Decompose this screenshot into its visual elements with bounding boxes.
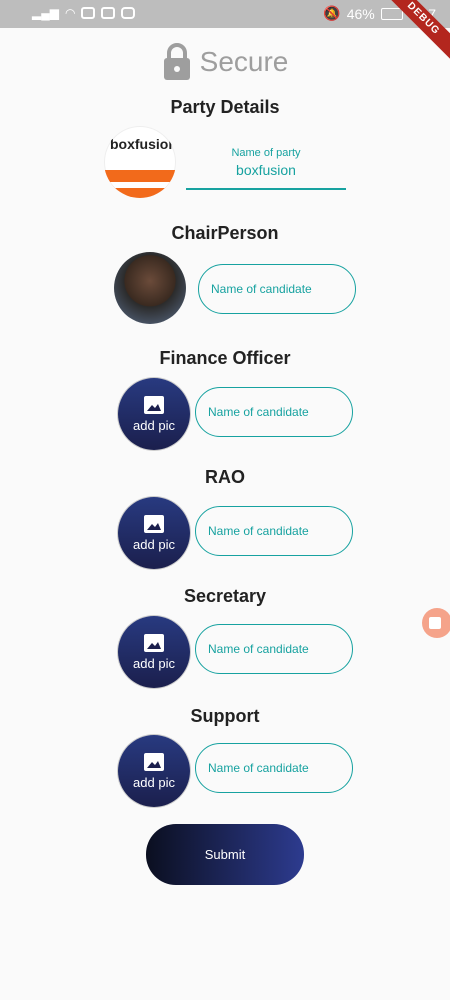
support-title: Support <box>190 706 260 726</box>
secretary-title: Secretary <box>183 586 267 606</box>
party-name-field[interactable]: Name of party boxfusion <box>186 146 346 190</box>
battery-percent: 46% <box>346 5 375 22</box>
instagram-icon <box>121 7 136 19</box>
party-logo[interactable]: boxfusion <box>104 126 176 198</box>
image-icon <box>144 515 164 533</box>
header: Secure <box>0 42 450 82</box>
battery-icon <box>380 7 403 20</box>
add-pic-label: add pic <box>133 418 175 433</box>
status-icons-left: ▂▄▆ ◠ <box>32 6 136 20</box>
support-name-input[interactable]: Name of candidate <box>195 743 353 793</box>
notification-icon <box>81 7 96 19</box>
image-icon <box>144 753 164 771</box>
image-icon <box>144 396 164 414</box>
chairperson-name-placeholder: Name of candidate <box>211 282 312 296</box>
lock-icon <box>163 43 190 80</box>
finance-officer-add-pic[interactable]: add pic <box>118 378 190 450</box>
party-details-title: Party Details <box>170 97 280 117</box>
support-add-pic[interactable]: add pic <box>118 735 190 807</box>
app-icon <box>101 7 116 19</box>
video-camera-icon <box>429 617 441 629</box>
secretary-add-pic[interactable]: add pic <box>118 616 190 688</box>
chairperson-avatar[interactable] <box>114 252 186 324</box>
mute-icon: 🔕 <box>323 5 341 21</box>
chairperson-name-input[interactable]: Name of candidate <box>198 264 356 314</box>
submit-button[interactable]: Submit <box>146 824 304 885</box>
party-name-value[interactable]: boxfusion <box>186 162 346 178</box>
support-name-placeholder: Name of candidate <box>208 761 309 775</box>
add-pic-label: add pic <box>133 656 175 671</box>
party-logo-band <box>104 170 176 198</box>
rao-title: RAO <box>205 467 245 487</box>
signal-icon: ▂▄▆ <box>32 6 59 20</box>
finance-officer-name-placeholder: Name of candidate <box>208 405 309 419</box>
add-pic-label: add pic <box>133 775 175 790</box>
finance-officer-title: Finance Officer <box>159 348 291 368</box>
finance-officer-name-input[interactable]: Name of candidate <box>195 387 353 437</box>
rao-name-input[interactable]: Name of candidate <box>195 506 353 556</box>
secretary-name-placeholder: Name of candidate <box>208 642 309 656</box>
chairperson-title: ChairPerson <box>171 223 279 243</box>
page-title: Secure <box>199 46 289 77</box>
wifi-icon: ◠ <box>64 6 76 20</box>
party-name-label: Name of party <box>231 147 301 159</box>
rao-name-placeholder: Name of candidate <box>208 524 309 538</box>
secretary-name-input[interactable]: Name of candidate <box>195 624 353 674</box>
status-bar: ▂▄▆ ◠ 🔕 46% 8:07 <box>0 0 450 28</box>
screen-record-button[interactable] <box>422 608 450 638</box>
rao-add-pic[interactable]: add pic <box>118 497 190 569</box>
add-pic-label: add pic <box>133 537 175 552</box>
party-logo-text: boxfusion <box>110 136 176 152</box>
image-icon <box>144 634 164 652</box>
